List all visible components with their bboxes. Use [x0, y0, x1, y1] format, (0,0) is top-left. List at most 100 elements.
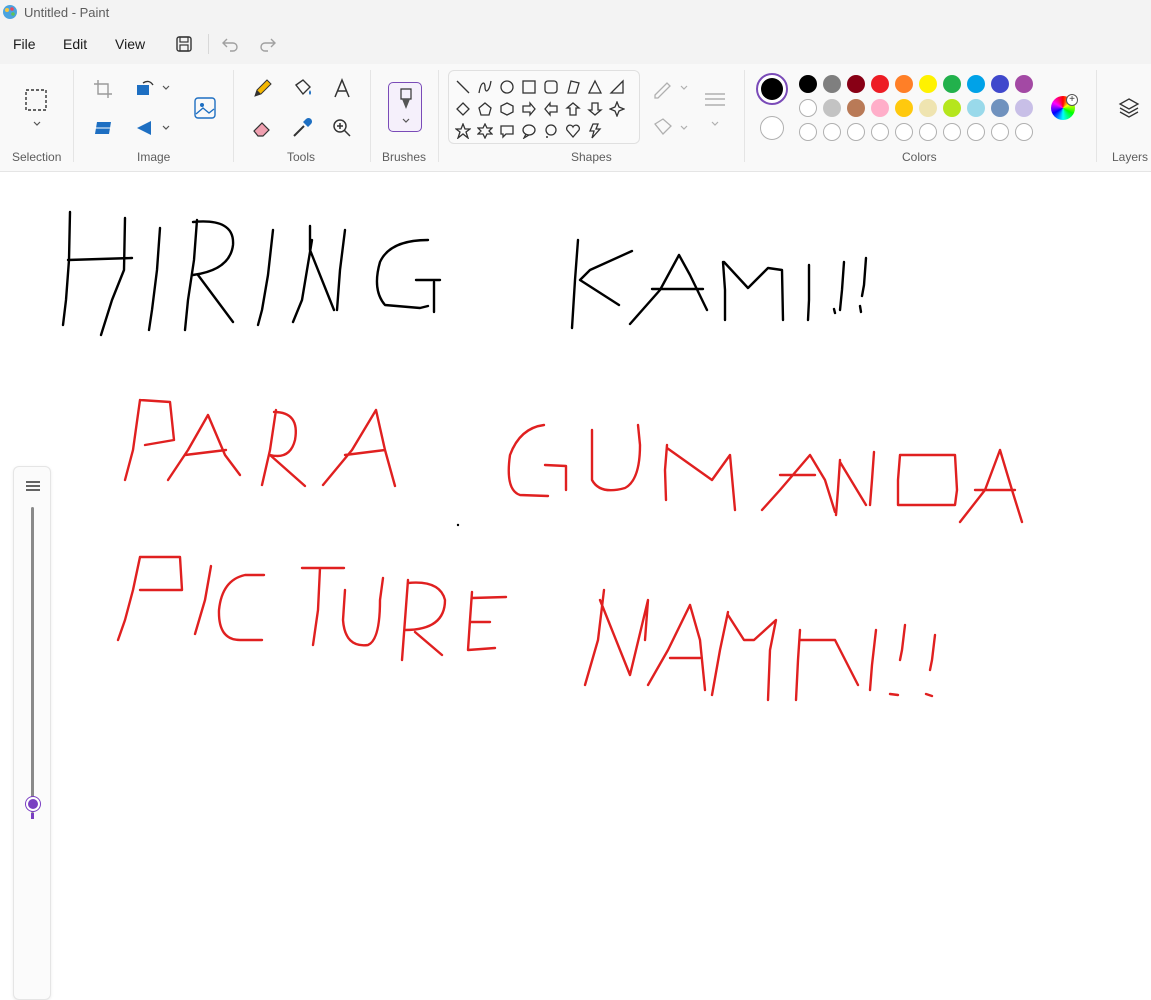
palette-swatch[interactable]: [991, 75, 1009, 93]
custom-color-slot[interactable]: [991, 123, 1009, 141]
palette-swatch[interactable]: [823, 99, 841, 117]
primary-color-fill: [761, 78, 783, 100]
custom-color-slot[interactable]: [871, 123, 889, 141]
brushes-group-label: Brushes: [382, 150, 427, 164]
palette-swatch[interactable]: [943, 99, 961, 117]
custom-color-slot[interactable]: [943, 123, 961, 141]
rectangular-callout-shape-icon[interactable]: [499, 123, 515, 139]
line-shape-icon[interactable]: [455, 79, 471, 95]
palette-swatch[interactable]: [823, 75, 841, 93]
cloud-callout-shape-icon[interactable]: [543, 123, 559, 139]
custom-color-slot[interactable]: [799, 123, 817, 141]
layers-icon[interactable]: [1117, 96, 1141, 120]
rectangle-shape-icon[interactable]: [521, 79, 537, 95]
custom-color-slot[interactable]: [823, 123, 841, 141]
chevron-down-icon[interactable]: [32, 120, 42, 128]
pencil-icon[interactable]: [250, 77, 274, 101]
colors-group-label: Colors: [902, 150, 937, 164]
fill-bucket-icon[interactable]: [290, 77, 314, 101]
rectangle-select-icon[interactable]: [24, 88, 48, 112]
palette-swatch[interactable]: [1015, 75, 1033, 93]
right-triangle-shape-icon[interactable]: [609, 79, 625, 95]
palette-swatch[interactable]: [871, 75, 889, 93]
custom-color-slot[interactable]: [895, 123, 913, 141]
line-width-icon[interactable]: [703, 88, 727, 112]
fill-icon[interactable]: [651, 116, 675, 140]
polygon-shape-icon[interactable]: [565, 79, 581, 95]
curve-shape-icon[interactable]: [477, 79, 493, 95]
palette-swatch[interactable]: [895, 99, 913, 117]
image-group-label: Image: [137, 150, 171, 164]
group-divider: [744, 70, 745, 162]
custom-color-slot[interactable]: [1015, 123, 1033, 141]
brushes-button[interactable]: [388, 82, 422, 132]
tools-group-label: Tools: [287, 150, 316, 164]
brush-size-slider-thumb[interactable]: [26, 797, 40, 811]
palette-swatch[interactable]: [991, 99, 1009, 117]
up-arrow-shape-icon[interactable]: [565, 101, 581, 117]
text-icon[interactable]: [330, 77, 354, 101]
resize-icon[interactable]: [133, 77, 157, 101]
palette-swatch[interactable]: [967, 75, 985, 93]
right-arrow-shape-icon[interactable]: [521, 101, 537, 117]
drawing-canvas[interactable]: [0, 172, 1151, 1000]
palette-swatch[interactable]: [943, 75, 961, 93]
crop-icon[interactable]: [91, 77, 115, 101]
oval-shape-icon[interactable]: [499, 79, 515, 95]
hexagon-shape-icon[interactable]: [499, 101, 515, 117]
chevron-down-icon[interactable]: [679, 84, 689, 92]
heart-shape-icon[interactable]: [565, 123, 581, 139]
rotate-flip-icon[interactable]: [133, 116, 157, 140]
palette-swatch[interactable]: [1015, 99, 1033, 117]
palette-swatch[interactable]: [847, 99, 865, 117]
palette-swatch[interactable]: [847, 75, 865, 93]
secondary-color-swatch[interactable]: [760, 116, 784, 140]
palette-swatch[interactable]: [919, 75, 937, 93]
primary-color-swatch[interactable]: [756, 73, 788, 105]
diamond-shape-icon[interactable]: [455, 101, 471, 117]
save-icon[interactable]: [172, 32, 196, 56]
five-point-star-shape-icon[interactable]: [455, 123, 471, 139]
custom-color-slot[interactable]: [919, 123, 937, 141]
magnifier-icon[interactable]: [330, 116, 354, 140]
window-title: Untitled - Paint: [24, 5, 110, 20]
group-divider: [370, 70, 371, 162]
redo-icon[interactable]: [256, 32, 280, 56]
selection-group-label: Selection: [12, 150, 62, 164]
rounded-rectangle-shape-icon[interactable]: [543, 79, 559, 95]
four-point-star-shape-icon[interactable]: [609, 101, 625, 117]
brush-size-slider-track[interactable]: [31, 507, 34, 813]
lightning-shape-icon[interactable]: [587, 123, 603, 139]
outline-icon[interactable]: [651, 77, 675, 101]
ribbon-toolbar: Selection Image Tools Brushes Shapes + C…: [0, 64, 1151, 172]
skew-icon[interactable]: [91, 116, 115, 140]
add-color-icon[interactable]: +: [1066, 94, 1078, 106]
palette-swatch[interactable]: [799, 75, 817, 93]
oval-callout-shape-icon[interactable]: [521, 123, 537, 139]
six-point-star-shape-icon[interactable]: [477, 123, 493, 139]
palette-swatch[interactable]: [799, 99, 817, 117]
pentagon-shape-icon[interactable]: [477, 101, 493, 117]
red-handwriting: [116, 398, 1024, 702]
palette-swatch[interactable]: [919, 99, 937, 117]
view-menu[interactable]: View: [115, 36, 145, 52]
image-insert-icon[interactable]: [193, 96, 217, 120]
edit-menu[interactable]: Edit: [63, 36, 87, 52]
chevron-down-icon[interactable]: [161, 84, 171, 92]
triangle-shape-icon[interactable]: [587, 79, 603, 95]
down-arrow-shape-icon[interactable]: [587, 101, 603, 117]
custom-color-slot[interactable]: [967, 123, 985, 141]
eraser-icon[interactable]: [250, 116, 274, 140]
chevron-down-icon[interactable]: [710, 120, 720, 128]
chevron-down-icon[interactable]: [161, 124, 171, 132]
undo-icon[interactable]: [218, 32, 242, 56]
palette-swatch[interactable]: [895, 75, 913, 93]
chevron-down-icon[interactable]: [679, 124, 689, 132]
palette-swatch[interactable]: [967, 99, 985, 117]
color-picker-icon[interactable]: [290, 116, 314, 140]
left-arrow-shape-icon[interactable]: [543, 101, 559, 117]
file-menu[interactable]: File: [13, 36, 36, 52]
black-handwriting: [61, 210, 868, 337]
palette-swatch[interactable]: [871, 99, 889, 117]
custom-color-slot[interactable]: [847, 123, 865, 141]
